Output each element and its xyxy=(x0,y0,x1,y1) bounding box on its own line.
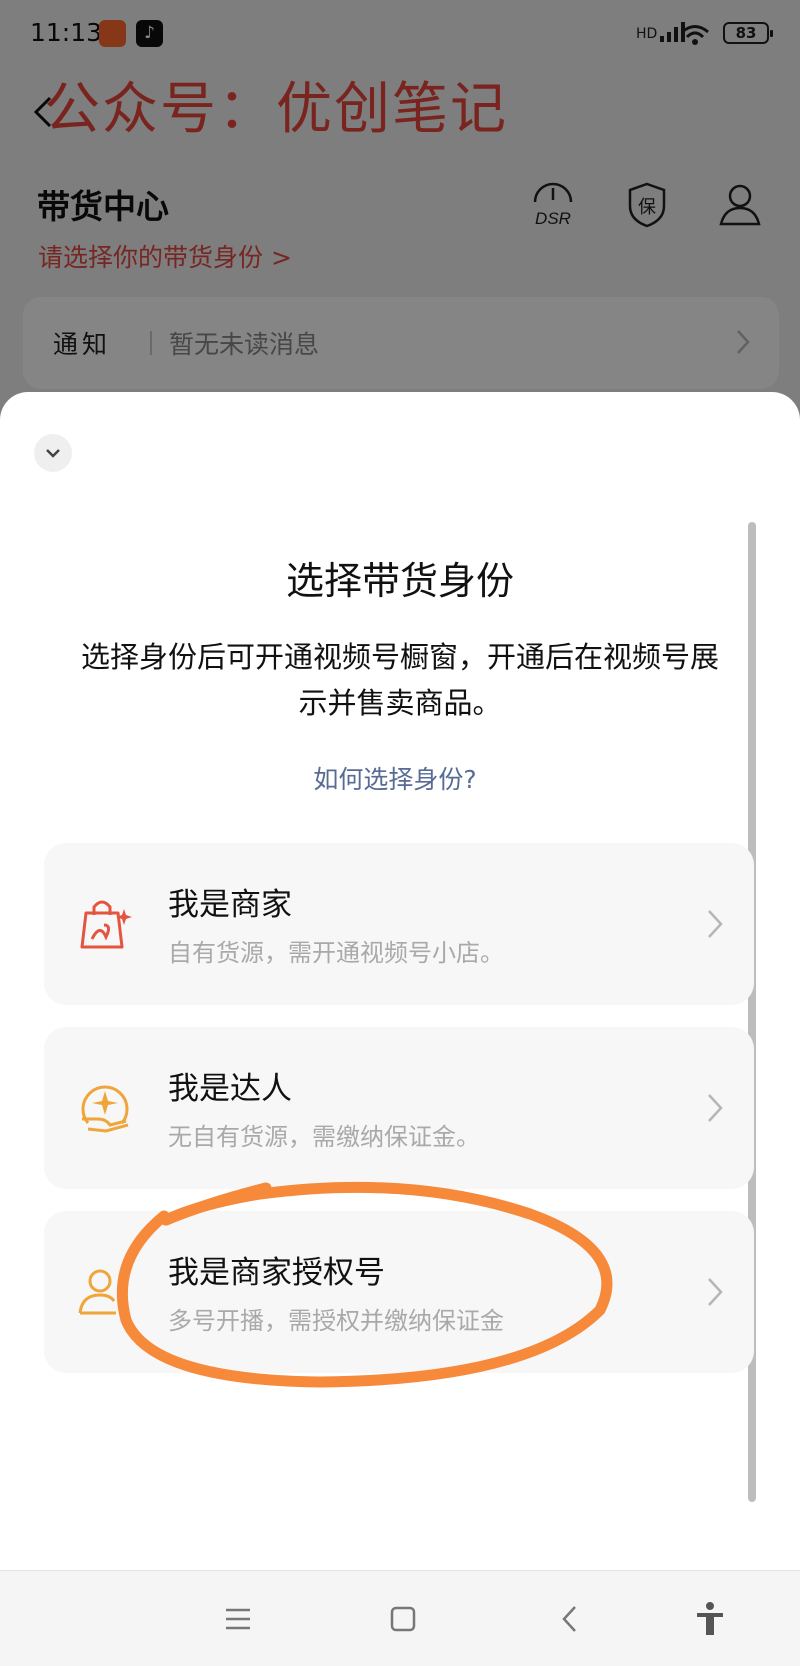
option-desc: 无自有货源，需缴纳保证金。 xyxy=(168,1123,480,1151)
person-outline-icon xyxy=(78,1269,116,1315)
accessibility-icon[interactable] xyxy=(690,1599,730,1639)
home-icon[interactable] xyxy=(383,1599,423,1639)
shopping-bag-icon xyxy=(80,900,132,949)
option-title: 我是商家 xyxy=(168,887,292,923)
back-icon[interactable] xyxy=(550,1599,590,1639)
collapse-button[interactable] xyxy=(34,434,72,472)
option-influencer[interactable]: 我是达人 无自有货源，需缴纳保证金。 xyxy=(44,1027,754,1189)
chevron-down-icon xyxy=(46,449,60,458)
option-desc: 多号开播，需授权并缴纳保证金 xyxy=(168,1307,504,1335)
menu-icon[interactable] xyxy=(218,1599,258,1639)
system-navigation-bar xyxy=(0,1570,800,1666)
sheet-title: 选择带货身份 xyxy=(285,559,514,603)
identity-selection-sheet: 选择带货身份 选择身份后可开通视频号橱窗，开通后在视频号展示并售卖商品。 如何选… xyxy=(0,392,800,1570)
help-link[interactable]: 如何选择身份? xyxy=(0,760,790,796)
chevron-right-icon xyxy=(708,1278,723,1306)
option-title: 我是达人 xyxy=(168,1071,292,1107)
chevron-right-icon xyxy=(708,1094,723,1122)
option-authorized-account[interactable]: 我是商家授权号 多号开播，需授权并缴纳保证金 xyxy=(44,1211,754,1373)
option-title: 我是商家授权号 xyxy=(168,1255,385,1291)
option-merchant[interactable]: 我是商家 自有货源，需开通视频号小店。 xyxy=(44,843,754,1005)
option-desc: 自有货源，需开通视频号小店。 xyxy=(168,939,504,967)
dim-overlay[interactable] xyxy=(0,0,800,420)
sheet-description: 选择身份后可开通视频号橱窗，开通后在视频号展示并售卖商品。 xyxy=(80,640,719,720)
chevron-right-icon xyxy=(708,910,723,938)
star-hand-icon xyxy=(81,1085,129,1133)
